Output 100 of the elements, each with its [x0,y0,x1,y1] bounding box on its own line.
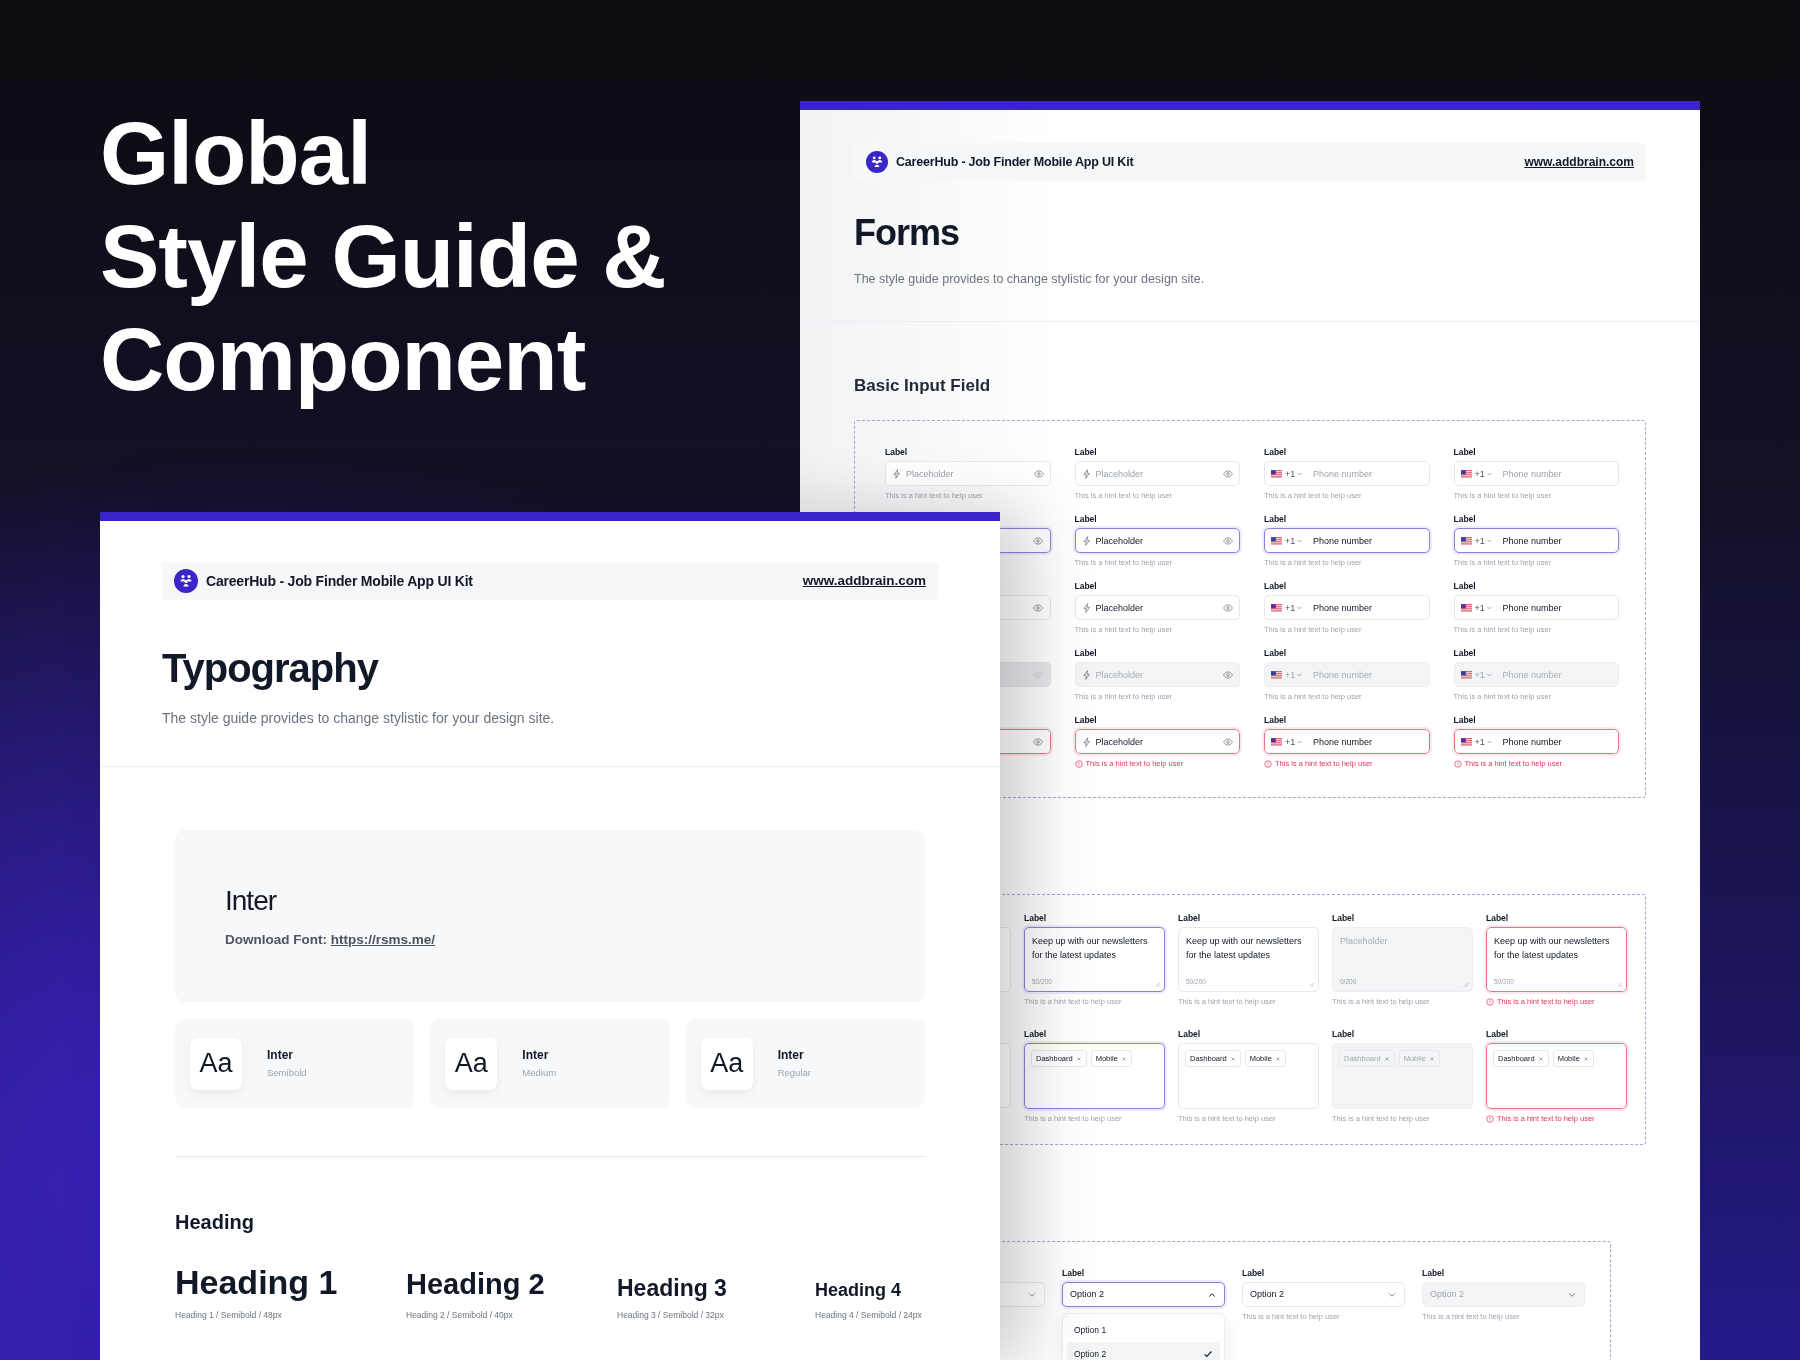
chevron-icon [1296,604,1303,611]
field-label: Label [1074,715,1098,726]
field-label: Label [1332,1029,1356,1040]
close-icon [1075,1055,1082,1062]
close-icon [1120,1055,1127,1062]
eye-icon [1223,602,1233,613]
chevron-icon [1485,738,1493,745]
input-field[interactable] [999,729,1051,754]
font-link[interactable]: https://rsms.me/ [330,932,435,947]
eye-icon [1032,602,1043,613]
field-label: Label [1264,715,1288,726]
flag-icon [1460,469,1472,478]
chevron-icon [1485,671,1493,678]
chevron-icon [1485,470,1493,477]
website-link[interactable]: www.addbrain.com [1524,153,1634,171]
website-link[interactable]: www.addbrain.com [802,570,926,592]
country-code: +1 [1474,468,1485,479]
eye-icon [1223,736,1233,747]
field-label: Label [1024,1029,1048,1040]
country-code: +1 [1285,535,1296,546]
eye-icon [1223,535,1233,546]
headline-line: Style Guide & [100,205,666,308]
country-code: +1 [1474,669,1485,680]
chevron-icon [1296,738,1303,745]
heading-sample: Heading 3 [617,1275,727,1301]
check-icon [1203,1349,1213,1359]
bolt-icon [1081,602,1092,613]
alert-icon [1486,1115,1494,1123]
font-name: Inter [522,1048,550,1063]
country-code: +1 [1474,602,1485,613]
field-label: Label [1486,913,1510,924]
close-icon [1229,1055,1236,1062]
field-label: Label [1242,1268,1266,1279]
country-code: +1 [1285,736,1296,747]
chevron-icon [1485,604,1493,611]
country-code: +1 [1285,669,1296,680]
heading-caption: Heading 1 / Semibold / 48px [175,1309,283,1322]
select-field[interactable]: Option 2 [1062,1282,1225,1307]
font-name: Inter [267,1048,294,1063]
text-area[interactable] [1000,927,1011,992]
section-title: Basic Input Field [854,375,992,397]
select-field[interactable]: Option 2 [1242,1282,1405,1307]
eye-icon [1223,468,1233,479]
resize-icon [1153,980,1160,987]
field-label: Label [1074,648,1098,659]
heading-sample: Heading 1 [175,1263,338,1301]
download-note: Download Font: https://rsms.me/ [225,932,436,948]
field-label: Label [1453,514,1477,525]
font-weight-label: Medium [522,1067,557,1079]
eye-icon [1032,736,1043,747]
field-label: Label [1486,1029,1510,1040]
input-field[interactable] [999,528,1051,553]
alert-icon [1264,760,1272,768]
alert-icon [1486,998,1494,1006]
input-field[interactable]: Placeholder [1074,595,1240,620]
flag-icon [1271,603,1282,612]
input-field[interactable]: Placeholder [1074,729,1240,754]
close-icon [1582,1055,1589,1062]
country-code: +1 [1474,535,1485,546]
chevron-icon [1296,537,1303,544]
headline-line: Global [100,102,372,205]
input-field[interactable]: Placeholder [1074,528,1240,553]
field-label: Label [1453,447,1477,458]
select-field[interactable] [1000,1282,1045,1307]
field-label: Label [1074,447,1098,458]
font-name: Inter [225,884,278,918]
heading-sample: Heading 2 [406,1269,545,1301]
bolt-icon [1081,669,1092,680]
alert-icon [1453,760,1462,768]
page-title: Typography [162,645,380,692]
close-icon [1428,1055,1435,1062]
dropdown-option[interactable]: Option 2 [1067,1342,1220,1360]
heading-caption: Heading 2 / Semibold / 40px [406,1309,514,1322]
field-label: Label [1074,581,1098,592]
eye-icon [1032,535,1043,546]
chevron-icon [1296,671,1303,678]
country-code: +1 [1285,468,1296,479]
tag-field[interactable] [1000,1043,1011,1108]
font-name: Inter [777,1048,805,1063]
country-code: +1 [1285,602,1296,613]
bolt-icon [1081,535,1092,546]
page-title: Forms [854,211,961,255]
resize-icon [1461,980,1468,987]
field-label: Label [1453,648,1477,659]
field-label: Label [1422,1268,1446,1279]
field-label: Label [885,447,909,458]
resize-icon [1307,980,1314,987]
logo-icon [866,151,888,173]
font-sample: Aa [700,1037,753,1090]
bolt-icon [892,468,902,479]
flag-icon [1460,670,1472,679]
section-title: Heading [175,1210,255,1234]
field-label: Label [1178,1029,1202,1040]
field-label: Label [1024,913,1048,924]
field-label: Label [1062,1268,1086,1279]
flag-icon [1271,670,1282,679]
flag-icon [1460,536,1472,545]
flag-icon [1271,469,1282,478]
font-sample: Aa [190,1037,242,1090]
dropdown-option[interactable]: Option 1 [1067,1318,1220,1342]
